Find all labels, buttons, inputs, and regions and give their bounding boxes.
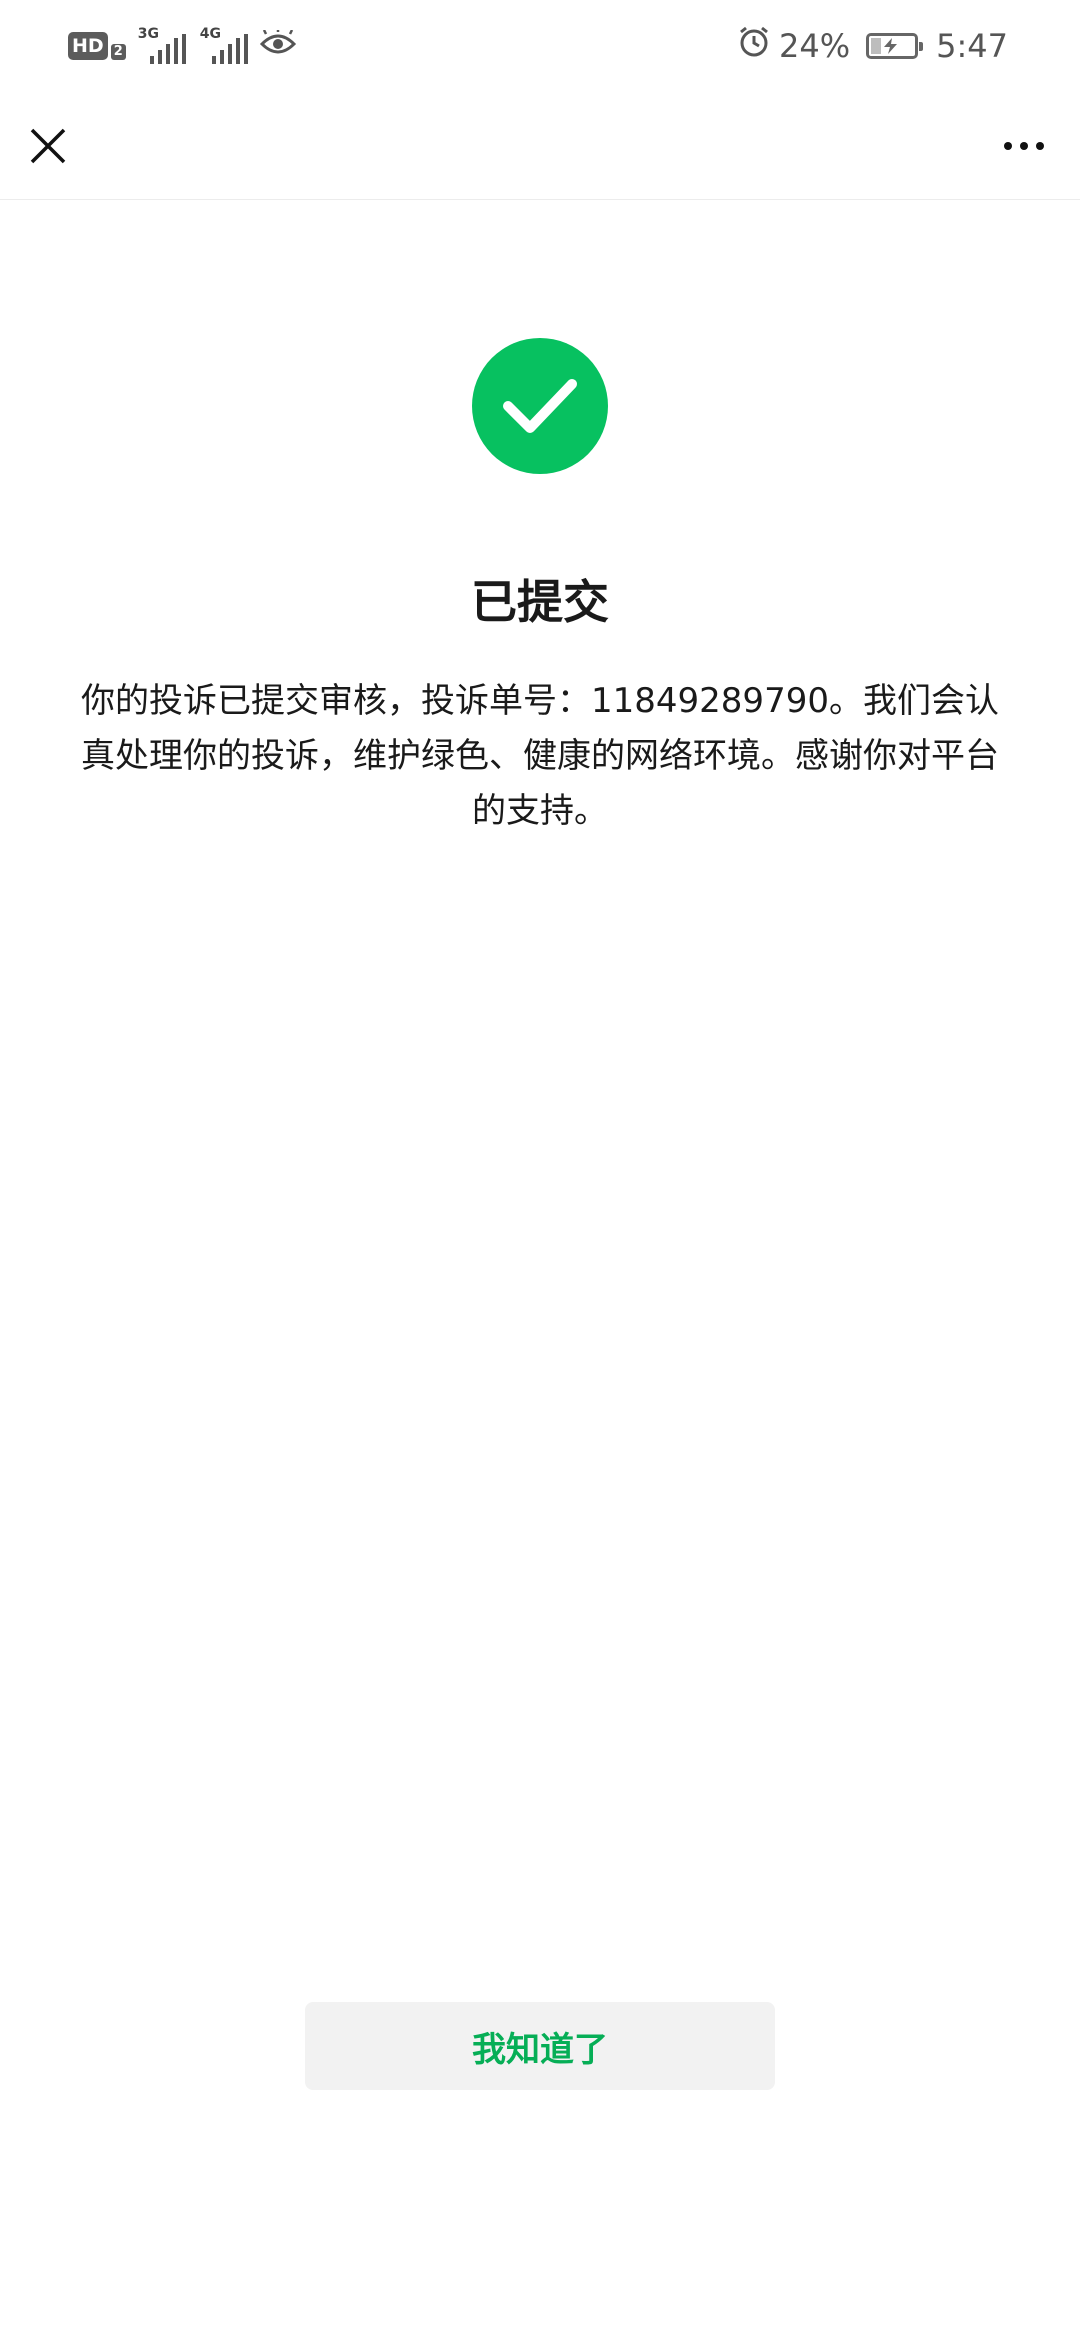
more-icon: [1004, 142, 1012, 150]
battery-percent: 24%: [779, 27, 851, 65]
status-right-group: 24% 5:47: [737, 22, 1008, 70]
status-left-group: HD 2 3G 4G: [68, 22, 296, 70]
hd-sim-label: 2: [110, 44, 126, 60]
nav-bar: [0, 92, 1080, 200]
signal-icon: 4G: [198, 26, 250, 66]
hd-icon: HD 2: [68, 32, 126, 60]
alarm-icon: [737, 25, 771, 67]
page-title: 已提交: [471, 575, 609, 629]
hd-label: HD: [68, 32, 108, 60]
status-bar: HD 2 3G 4G 24% 5:47: [0, 0, 1080, 92]
eye-icon: [259, 28, 296, 62]
charging-bolt-icon: [884, 38, 898, 54]
success-check-icon: [472, 338, 608, 474]
more-button[interactable]: [988, 118, 1060, 174]
acknowledge-button[interactable]: 我知道了: [305, 2002, 775, 2090]
close-icon: [30, 128, 66, 164]
complaint-message: 你的投诉已提交审核，投诉单号：11849289790。我们会认真处理你的投诉，维…: [81, 681, 999, 831]
signal-icon: 3G: [136, 26, 188, 66]
battery-level: [871, 38, 882, 54]
clock-time: 5:47: [936, 27, 1008, 65]
battery-charging-icon: [866, 33, 924, 59]
more-icon: [1036, 142, 1044, 150]
more-icon: [1020, 142, 1028, 150]
close-button[interactable]: [20, 118, 76, 174]
